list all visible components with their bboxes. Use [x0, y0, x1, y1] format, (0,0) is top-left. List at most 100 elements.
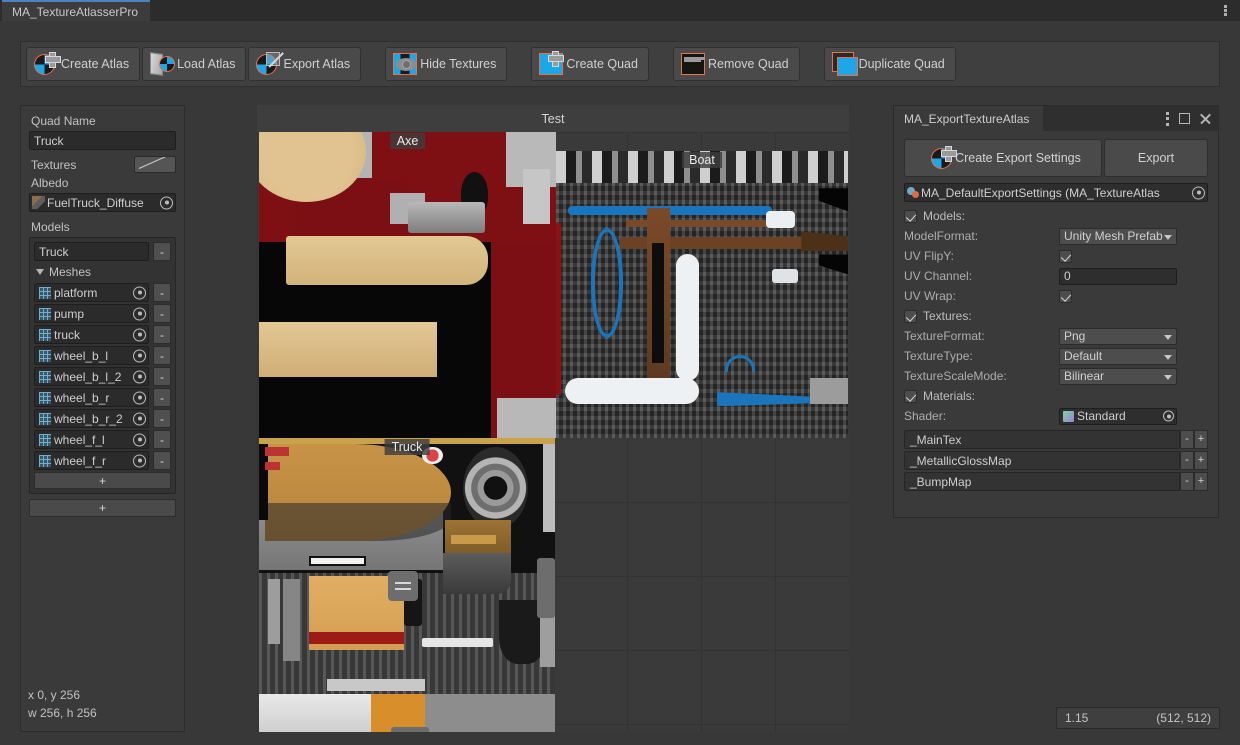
object-picker-icon[interactable] — [133, 370, 146, 383]
albedo-object-field[interactable]: FuelTruck_Diffuse — [29, 193, 176, 212]
mesh-object-field[interactable]: wheel_f_r — [34, 451, 149, 470]
object-picker-icon[interactable] — [133, 412, 146, 425]
uv-flipy-checkbox[interactable] — [1059, 250, 1072, 263]
quad-resize-handle-bottom[interactable] — [391, 727, 429, 732]
quad-resize-handle[interactable] — [537, 558, 555, 618]
textures-section-header[interactable]: Textures: — [904, 306, 1208, 326]
object-picker-icon[interactable] — [1163, 411, 1174, 422]
quad-name-input[interactable]: Truck — [29, 131, 176, 150]
remove-mesh-button[interactable]: - — [153, 346, 171, 365]
remove-texture-slot-button[interactable]: - — [1180, 430, 1194, 449]
remove-mesh-button[interactable]: - — [153, 304, 171, 323]
models-checkbox[interactable] — [904, 210, 917, 223]
export-texture-atlas-window: MA_ExportTextureAtlas Create Export Sett… — [893, 105, 1219, 518]
textures-section-label: Textures: — [923, 309, 972, 323]
close-icon[interactable] — [1199, 113, 1211, 125]
remove-texture-slot-button[interactable]: - — [1180, 472, 1194, 491]
texture-scale-mode-dropdown[interactable]: Bilinear — [1059, 368, 1177, 385]
kebab-menu-icon[interactable] — [1218, 3, 1232, 18]
remove-mesh-button[interactable]: - — [153, 388, 171, 407]
atlas-grid[interactable]: Axe — [257, 132, 849, 732]
hide-textures-button[interactable]: Hide Textures — [385, 47, 507, 81]
export-window-tab[interactable]: MA_ExportTextureAtlas — [894, 106, 1043, 131]
tab-label: MA_TextureAtlasserPro — [12, 5, 138, 19]
chevron-down-icon — [36, 269, 44, 275]
mesh-object-field[interactable]: wheel_b_l — [34, 346, 149, 365]
atlas-plus-icon — [929, 145, 955, 171]
shader-object-field[interactable]: Standard — [1059, 408, 1177, 425]
mesh-object-field[interactable]: truck — [34, 325, 149, 344]
object-picker-icon[interactable] — [133, 307, 146, 320]
textures-checkbox[interactable] — [904, 310, 917, 323]
quad-boat[interactable]: Boat — [556, 151, 848, 438]
add-texture-slot-button[interactable]: + — [1194, 430, 1208, 449]
mesh-row: wheel_f_r - — [34, 451, 171, 470]
mesh-icon — [39, 413, 51, 425]
materials-section-header[interactable]: Materials: — [904, 386, 1208, 406]
mesh-name: wheel_f_r — [54, 454, 106, 468]
export-settings-object-field[interactable]: MA_DefaultExportSettings (MA_TextureAtla… — [904, 183, 1208, 202]
models-section-header[interactable]: Models: — [904, 206, 1208, 226]
add-model-button[interactable]: + — [29, 499, 176, 517]
object-picker-icon[interactable] — [133, 454, 146, 467]
remove-quad-label: Remove Quad — [708, 57, 789, 71]
object-picker-icon[interactable] — [133, 349, 146, 362]
object-picker-icon[interactable] — [133, 328, 146, 341]
model-name-field[interactable]: Truck — [34, 242, 149, 261]
remove-mesh-button[interactable]: - — [153, 283, 171, 302]
quad-duplicate-icon — [831, 51, 857, 77]
load-atlas-button[interactable]: Load Atlas — [142, 47, 246, 81]
mesh-icon — [39, 434, 51, 446]
object-picker-icon[interactable] — [133, 391, 146, 404]
create-export-settings-button[interactable]: Create Export Settings — [904, 139, 1102, 177]
mesh-object-field[interactable]: wheel_b_r_2 — [34, 409, 149, 428]
remove-mesh-button[interactable]: - — [153, 430, 171, 449]
uv-channel-input[interactable]: 0 — [1059, 268, 1177, 285]
create-atlas-button[interactable]: Create Atlas — [26, 47, 140, 81]
object-picker-icon[interactable] — [1192, 186, 1205, 199]
export-settings-properties: Models: ModelFormat: Unity Mesh Prefab U… — [904, 206, 1208, 491]
remove-mesh-button[interactable]: - — [153, 367, 171, 386]
export-button[interactable]: Export — [1104, 139, 1208, 177]
mesh-object-field[interactable]: platform — [34, 283, 149, 302]
quad-axe[interactable]: Axe — [259, 132, 556, 438]
remove-quad-button[interactable]: Remove Quad — [673, 47, 800, 81]
texture-type-dropdown[interactable]: Default — [1059, 348, 1177, 365]
object-picker-icon[interactable] — [160, 196, 173, 209]
texture-slot-input[interactable]: _BumpMap — [904, 472, 1180, 491]
texture-slot-input[interactable]: _MetallicGlossMap — [904, 451, 1180, 470]
create-quad-button[interactable]: Create Quad — [531, 47, 649, 81]
remove-mesh-button[interactable]: - — [153, 409, 171, 428]
texture-slot-input[interactable]: _MainTex — [904, 430, 1180, 449]
remove-mesh-button[interactable]: - — [153, 451, 171, 470]
remove-model-button[interactable]: - — [153, 242, 171, 261]
remove-texture-slot-button[interactable]: - — [1180, 451, 1194, 470]
materials-checkbox[interactable] — [904, 390, 917, 403]
remove-mesh-button[interactable]: - — [153, 325, 171, 344]
quad-truck[interactable]: Truck — [259, 438, 555, 732]
atlas-canvas[interactable]: Test — [257, 105, 849, 732]
zoom-resolution-field[interactable]: 1.15 (512, 512) — [1056, 707, 1220, 729]
mesh-object-field[interactable]: pump — [34, 304, 149, 323]
mesh-object-field[interactable]: wheel_b_r — [34, 388, 149, 407]
maximize-icon[interactable] — [1179, 113, 1190, 124]
tab-texture-atlasser-pro[interactable]: MA_TextureAtlasserPro — [2, 0, 150, 21]
texture-format-dropdown[interactable]: Png — [1059, 328, 1177, 345]
object-picker-icon[interactable] — [133, 433, 146, 446]
export-atlas-button[interactable]: Export Atlas — [248, 47, 361, 81]
mesh-object-field[interactable]: wheel_f_l — [34, 430, 149, 449]
add-texture-slot-button[interactable]: + — [1194, 472, 1208, 491]
model-format-dropdown[interactable]: Unity Mesh Prefab — [1059, 228, 1177, 245]
add-mesh-button[interactable]: + — [34, 472, 171, 489]
add-texture-slot-button[interactable]: + — [1194, 451, 1208, 470]
quad-move-handle[interactable] — [388, 571, 418, 601]
mesh-object-field[interactable]: wheel_b_l_2 — [34, 367, 149, 386]
uv-wrap-checkbox[interactable] — [1059, 290, 1072, 303]
meshes-foldout[interactable]: Meshes — [36, 265, 171, 279]
quad-transform-status: x 0, y 256 w 256, h 256 — [28, 686, 97, 722]
window-kebab-menu-icon[interactable] — [1166, 112, 1170, 126]
object-picker-icon[interactable] — [133, 286, 146, 299]
duplicate-quad-button[interactable]: Duplicate Quad — [824, 47, 956, 81]
texture-type-label: TextureType: — [904, 349, 1059, 363]
slash-swatch-icon[interactable] — [134, 156, 176, 173]
